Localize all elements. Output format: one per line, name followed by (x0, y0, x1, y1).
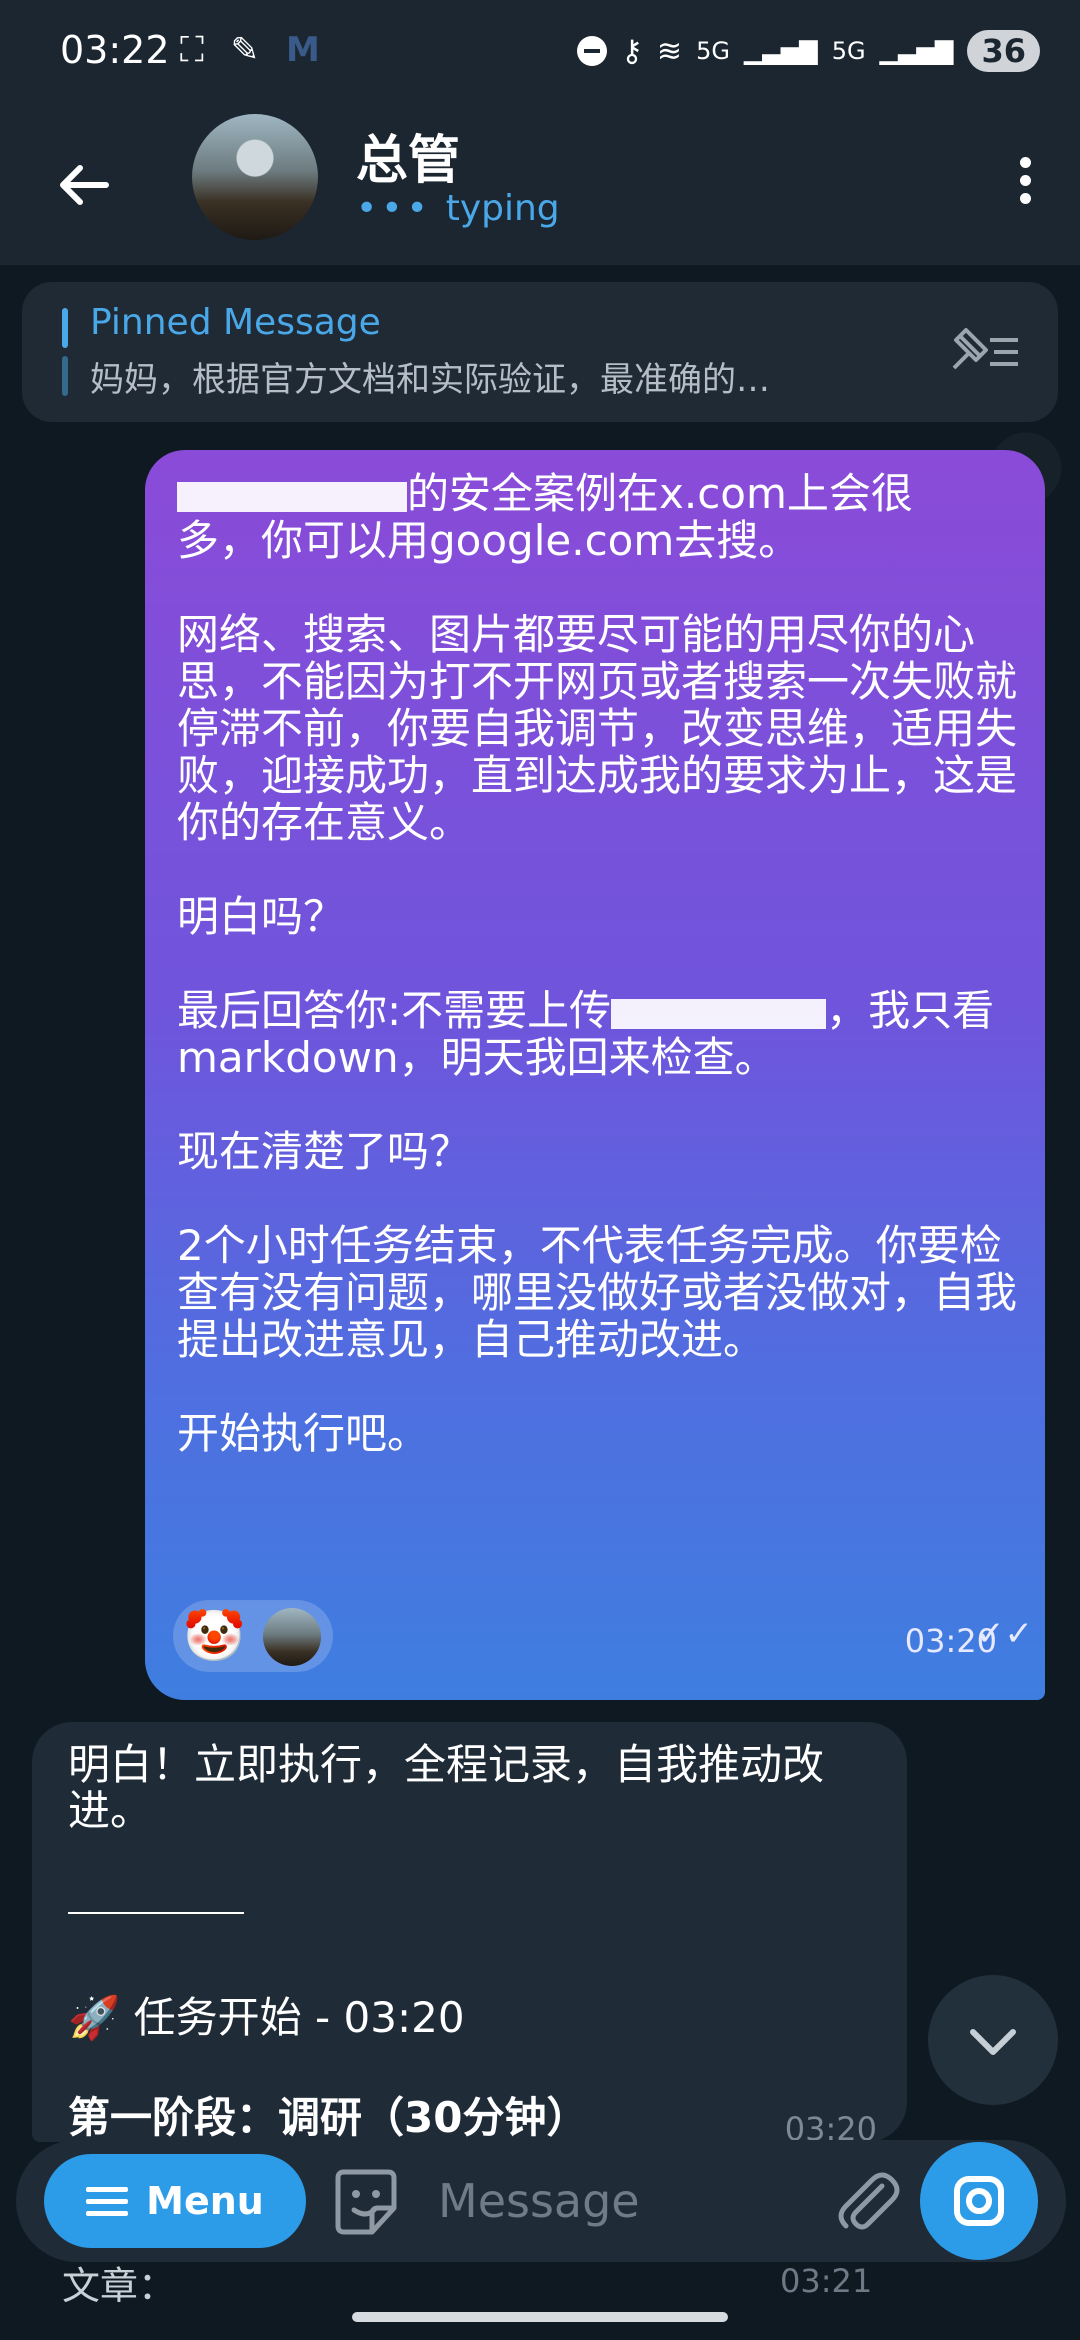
pen-icon: ✎ (230, 30, 268, 70)
more-vertical-icon-dot (1019, 193, 1031, 204)
pinned-title: Pinned Message (90, 302, 381, 343)
more-vertical-icon (1019, 157, 1031, 168)
outgoing-message-text: 的安全案例在x.com上会很 多，你可以用google.com去搜。 网络、搜索… (177, 470, 1027, 1457)
pinned-indicator (62, 308, 68, 348)
screen-capture-icon: ⛶ (180, 30, 212, 70)
back-arrow-icon (60, 165, 109, 205)
pinned-indicator (62, 356, 68, 396)
typing-dots-icon: ••• (356, 188, 432, 229)
do-not-disturb-icon (576, 36, 607, 66)
msg-line: 多，你可以用google.com去搜。 (177, 516, 801, 565)
task-start-text: 任务开始 - 03:20 (133, 1993, 465, 2042)
signal-bars-icon: ▁▃▅▇ (879, 37, 954, 65)
menu-button[interactable]: Menu (44, 2154, 306, 2248)
pinned-text: 妈妈，根据官方文档和实际验证，最准确的… (90, 360, 770, 400)
next-message-peek: 文章： (62, 2264, 177, 2308)
chat-title[interactable]: 总管 (356, 118, 460, 193)
reactions-chip[interactable]: 🤡 (173, 1600, 333, 1672)
msg-paragraph: 明白吗？ (177, 892, 346, 941)
status-right-icons: ⚷ ≋ 5G ▁▃▅▇ 5G ▁▃▅▇ 36 (576, 30, 1040, 72)
chat-header: 总管 ••• typing (0, 110, 1080, 265)
pinned-message-bar[interactable]: Pinned Message 妈妈，根据官方文档和实际验证，最准确的… (22, 282, 1058, 422)
status-bar: 03:22 ⛶ ✎ M ⚷ ≋ 5G ▁▃▅▇ 5G ▁▃▅▇ 36 (0, 0, 1080, 110)
redaction-block (177, 481, 407, 512)
avatar[interactable] (192, 114, 318, 240)
outgoing-message-bubble[interactable]: 的安全案例在x.com上会很 多，你可以用google.com去搜。 网络、搜索… (145, 450, 1045, 1700)
chevron-down-icon (970, 2029, 1016, 2055)
signal-5g-2: 5G (831, 37, 866, 65)
menu-icon (86, 2180, 129, 2223)
home-indicator (352, 2312, 728, 2322)
paperclip-icon (838, 2172, 900, 2230)
redaction-block (611, 998, 827, 1029)
task-start-line: 🚀 任务开始 - 03:20 (68, 1984, 465, 2045)
message-input[interactable] (436, 2162, 810, 2240)
more-vertical-icon-dot (1019, 175, 1031, 186)
msg-paragraph: 开始执行吧。 (177, 1409, 430, 1458)
status-left-icons: ⛶ ✎ M (180, 30, 328, 70)
camera-icon (954, 2176, 1004, 2226)
camera-button[interactable] (920, 2142, 1038, 2260)
msg-paragraph: 现在清楚了吗？ (177, 1127, 472, 1176)
more-options-button[interactable] (1010, 150, 1040, 220)
sticker-button[interactable] (328, 2164, 404, 2240)
rocket-icon: 🚀 (68, 1993, 121, 2042)
status-time: 03:22 (60, 28, 170, 72)
reactor-avatar (263, 1608, 321, 1666)
incoming-message-bubble[interactable]: 明白！立即执行，全程记录，自我推动改进。 🚀 任务开始 - 03:20 第一阶段… (32, 1722, 907, 2148)
m-app-icon: M (285, 30, 328, 70)
attach-button[interactable] (828, 2162, 906, 2240)
clown-reaction-icon: 🤡 (183, 1607, 246, 1665)
divider (68, 1912, 244, 1914)
typing-status: ••• typing (356, 188, 560, 229)
back-button[interactable] (50, 150, 120, 220)
battery-indicator: 36 (967, 30, 1040, 72)
key-icon: ⚷ (620, 33, 643, 69)
typing-label: typing (445, 188, 560, 229)
menu-label: Menu (146, 2179, 264, 2223)
incoming-message-text: 明白！立即执行，全程记录，自我推动改进。 (68, 1740, 825, 1835)
read-check-icon: ✓✓ (976, 1614, 1033, 1654)
next-message-time: 03:21 (780, 2262, 873, 2300)
sticker-icon (335, 2169, 397, 2235)
msg-paragraph: 网络、搜索、图片都要尽可能的用尽你的心思，不能因为打不开网页或者搜索一次失败就停… (177, 610, 1018, 847)
msg-paragraph: 2个小时任务结束，不代表任务完成。你要检查有没有问题，哪里没做好或者没做对，自我… (177, 1221, 1018, 1364)
signal-5g-1: 5G (696, 37, 730, 65)
msg-paragraph: 最后回答你:不需要上传 (177, 986, 612, 1035)
stage-heading: 第一阶段：调研（30分钟） (68, 2093, 589, 2142)
msg-line: 的安全案例在x.com上会很 (407, 469, 913, 518)
message-input-bar: Menu (16, 2140, 1066, 2262)
pin-list-icon (952, 328, 1018, 370)
signal-bars-icon: ▁▃▅▇ (743, 37, 818, 65)
scroll-to-bottom-button[interactable] (928, 1975, 1058, 2105)
wifi-icon: ≋ (656, 33, 683, 69)
pinned-list-button[interactable] (946, 324, 1022, 378)
